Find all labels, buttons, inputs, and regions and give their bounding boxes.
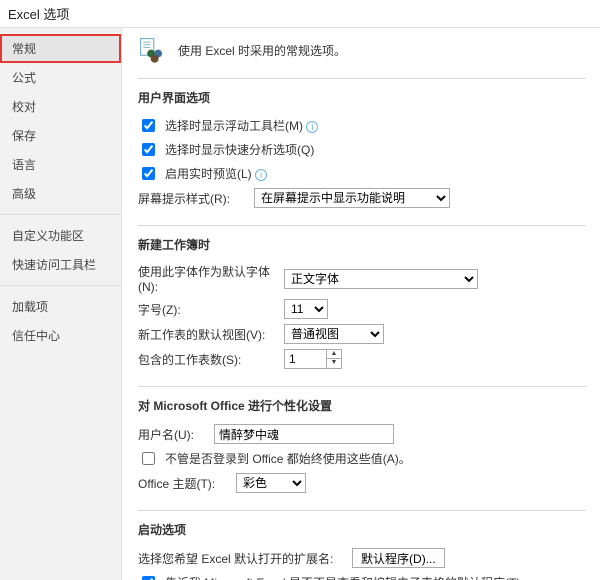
checkbox-live-preview[interactable] bbox=[142, 167, 155, 180]
spinner-down[interactable]: ▼ bbox=[327, 359, 341, 368]
font-label: 使用此字体作为默认字体(N): bbox=[138, 263, 278, 294]
username-label: 用户名(U): bbox=[138, 426, 208, 443]
sidebar-item-save[interactable]: 保存 bbox=[0, 121, 121, 150]
checkbox-label: 告诉我 Microsoft Excel 是否不是查看和编辑电子表格的默认程序(T… bbox=[165, 574, 532, 580]
sidebar-item-general[interactable]: 常规 bbox=[0, 34, 121, 63]
section-head: 对 Microsoft Office 进行个性化设置 bbox=[138, 397, 586, 414]
checkbox-quick-analysis[interactable] bbox=[142, 143, 155, 156]
sidebar-item-formulas[interactable]: 公式 bbox=[0, 63, 121, 92]
section-head: 新建工作簿时 bbox=[138, 236, 586, 253]
checkbox-label: 选择时显示浮动工具栏(M) i bbox=[165, 117, 318, 134]
fontsize-label: 字号(Z): bbox=[138, 301, 278, 318]
sidebar-separator bbox=[0, 214, 121, 215]
checkbox-default-viewer[interactable] bbox=[142, 576, 155, 580]
spinner-up[interactable]: ▲ bbox=[327, 350, 341, 359]
screentip-select[interactable]: 在屏幕提示中显示功能说明 bbox=[254, 188, 450, 208]
hero-text: 使用 Excel 时采用的常规选项。 bbox=[178, 42, 346, 59]
main-panel: 使用 Excel 时采用的常规选项。 用户界面选项 选择时显示浮动工具栏(M) … bbox=[122, 28, 600, 580]
checkbox-label: 选择时显示快速分析选项(Q) bbox=[165, 141, 314, 158]
theme-select[interactable]: 彩色 bbox=[236, 473, 306, 493]
sidebar-item-addins[interactable]: 加载项 bbox=[0, 292, 121, 321]
sidebar-item-language[interactable]: 语言 bbox=[0, 150, 121, 179]
view-select[interactable]: 普通视图 bbox=[284, 324, 384, 344]
section-new-workbook: 新建工作簿时 使用此字体作为默认字体(N): 正文字体 字号(Z): 11 新工… bbox=[138, 225, 586, 386]
section-head: 用户界面选项 bbox=[138, 89, 586, 106]
theme-label: Office 主题(T): bbox=[138, 475, 230, 492]
sidebar-item-trust-center[interactable]: 信任中心 bbox=[0, 321, 121, 350]
checkbox-mini-toolbar[interactable] bbox=[142, 119, 155, 132]
checkbox-label: 不管是否登录到 Office 都始终使用这些值(A)。 bbox=[165, 450, 411, 467]
info-icon[interactable]: i bbox=[255, 169, 267, 181]
section-head: 启动选项 bbox=[138, 521, 586, 538]
checkbox-label: 启用实时预览(L) i bbox=[165, 165, 267, 182]
extensions-label: 选择您希望 Excel 默认打开的扩展名: bbox=[138, 550, 333, 567]
section-personalize: 对 Microsoft Office 进行个性化设置 用户名(U): 不管是否登… bbox=[138, 386, 586, 510]
sheets-input[interactable] bbox=[284, 349, 326, 369]
info-icon[interactable]: i bbox=[306, 121, 318, 133]
font-select[interactable]: 正文字体 bbox=[284, 269, 478, 289]
default-programs-button[interactable]: 默认程序(D)... bbox=[352, 548, 445, 568]
section-ui-options: 用户界面选项 选择时显示浮动工具栏(M) i 选择时显示快速分析选项(Q) 启用… bbox=[138, 78, 586, 225]
hero: 使用 Excel 时采用的常规选项。 bbox=[138, 36, 586, 64]
content-area: 常规 公式 校对 保存 语言 高级 自定义功能区 快速访问工具栏 加载项 信任中… bbox=[0, 28, 600, 580]
sheets-label: 包含的工作表数(S): bbox=[138, 351, 278, 368]
sidebar-item-qat[interactable]: 快速访问工具栏 bbox=[0, 250, 121, 279]
username-input[interactable] bbox=[214, 424, 394, 444]
sidebar-item-proofing[interactable]: 校对 bbox=[0, 92, 121, 121]
fontsize-select[interactable]: 11 bbox=[284, 299, 328, 319]
sidebar-item-advanced[interactable]: 高级 bbox=[0, 179, 121, 208]
sidebar-item-customize-ribbon[interactable]: 自定义功能区 bbox=[0, 221, 121, 250]
options-icon bbox=[138, 36, 166, 64]
section-startup: 启动选项 选择您希望 Excel 默认打开的扩展名: 默认程序(D)... 告诉… bbox=[138, 510, 586, 580]
view-label: 新工作表的默认视图(V): bbox=[138, 326, 278, 343]
checkbox-always-use[interactable] bbox=[142, 452, 155, 465]
sidebar: 常规 公式 校对 保存 语言 高级 自定义功能区 快速访问工具栏 加载项 信任中… bbox=[0, 28, 122, 580]
window-title: Excel 选项 bbox=[0, 0, 600, 28]
sheets-spinner: ▲ ▼ bbox=[284, 349, 342, 369]
sidebar-separator bbox=[0, 285, 121, 286]
screentip-label: 屏幕提示样式(R): bbox=[138, 190, 248, 207]
